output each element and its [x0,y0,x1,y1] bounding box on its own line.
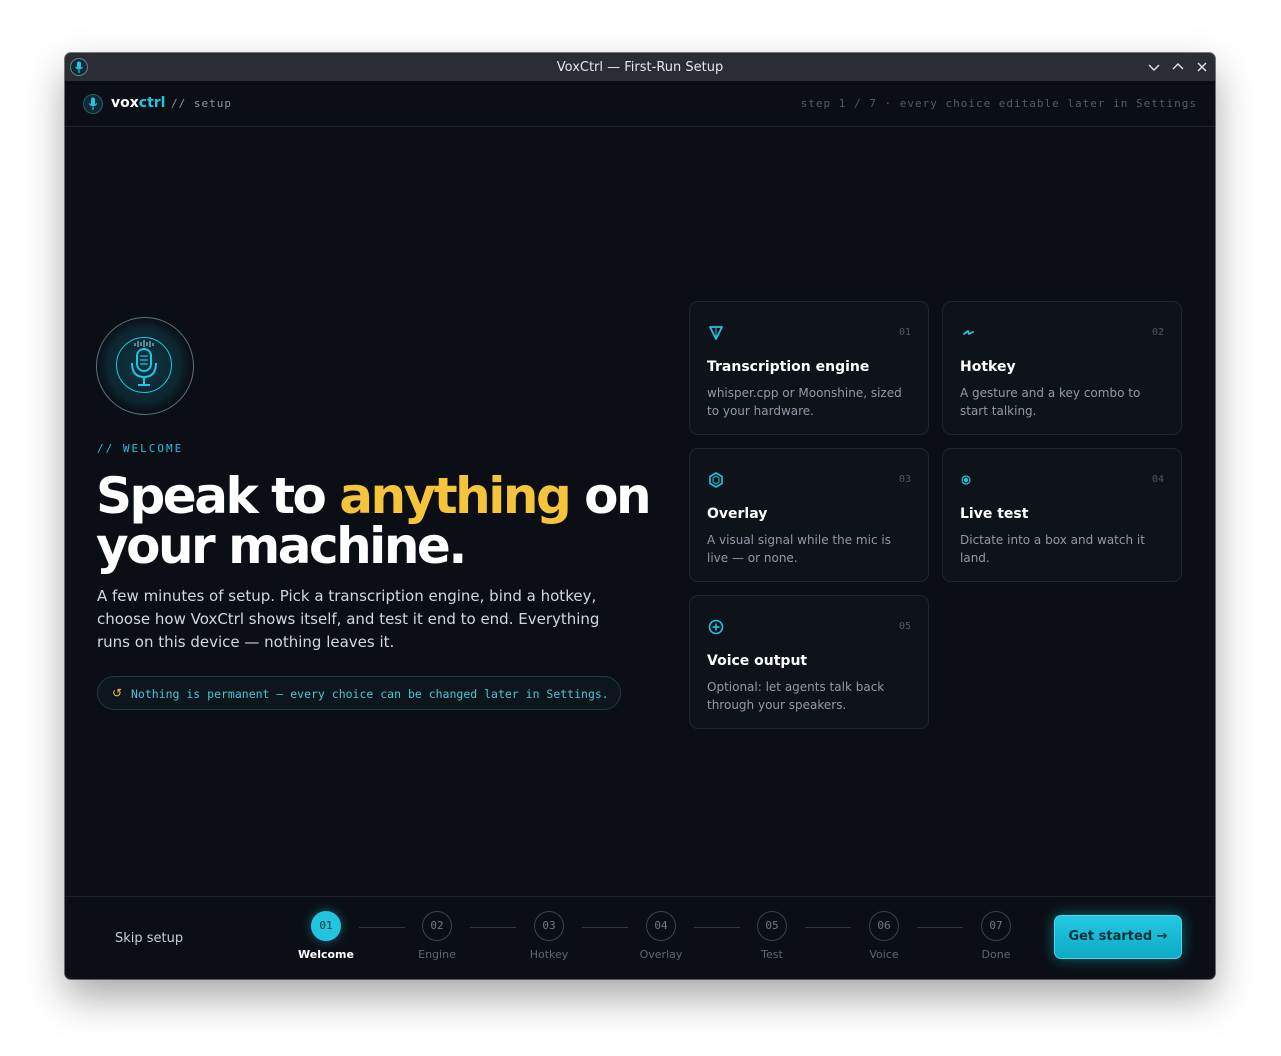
step-welcome[interactable]: 01 Welcome [286,911,366,967]
step-label: Engine [418,948,456,961]
step-test[interactable]: 05 Test [732,911,812,967]
info-note-text: Nothing is permanent — every choice can … [131,687,609,701]
target-dot-icon [960,471,978,489]
feature-card-hotkey: 02 Hotkey A gesture and a key combo to s… [942,301,1182,435]
app-window: VoxCtrl — First-Run Setup voxctrl // set… [65,53,1215,979]
card-description: A visual signal while the mic is live — … [707,533,891,565]
card-title: Hotkey [960,359,1016,375]
step-indicator-text: step 1 / 7 · every choice editable later… [800,97,1197,110]
funnel-icon [707,324,725,342]
step-label: Hotkey [529,948,569,961]
step-label: Test [761,948,783,961]
feature-card-live-test: 04 Live test Dictate into a box and watc… [942,448,1182,582]
chevron-down-icon[interactable] [1146,59,1162,75]
breadcrumb: // setup [171,97,232,110]
section-eyebrow: // WELCOME [97,442,184,455]
plus-circle-icon [707,618,725,636]
step-number: 06 [869,911,899,941]
bolt-icon [960,324,978,342]
card-description: whisper.cpp or Moonshine, sized to your … [707,386,902,418]
card-number: 05 [898,621,911,632]
window-title: VoxCtrl — First-Run Setup [556,60,724,75]
undo-icon: ↺ [112,686,123,700]
step-number: 02 [422,911,452,941]
step-engine[interactable]: 02 Engine [397,911,477,967]
brand-suffix: ctrl [138,95,166,111]
step-number: 01 [311,911,341,941]
title-bar[interactable]: VoxCtrl — First-Run Setup [65,53,1215,81]
chevron-up-icon[interactable] [1170,59,1186,75]
brand-logo: voxctrl [111,95,165,111]
brand-prefix: vox [111,95,139,111]
step-label: Overlay [639,948,683,961]
page-title: Speak to anything on your machine. [96,471,656,571]
step-number: 04 [646,911,676,941]
step-number: 07 [981,911,1011,941]
card-title: Voice output [707,653,808,669]
card-number: 03 [898,474,911,485]
step-number: 05 [757,911,787,941]
feature-card-overlay: 03 Overlay A visual signal while the mic… [689,448,929,582]
card-number: 04 [1151,474,1164,485]
card-title: Transcription engine [707,359,870,375]
close-icon[interactable] [1194,59,1210,75]
step-label: Welcome [298,948,354,961]
feature-card-voice-output: 05 Voice output Optional: let agents tal… [689,595,929,729]
card-number: 02 [1151,327,1164,338]
get-started-button[interactable]: Get started → [1054,915,1182,959]
step-hotkey[interactable]: 03 Hotkey [509,911,589,967]
hero-mic-icon [96,317,194,415]
card-title: Overlay [707,506,768,522]
step-label: Done [981,948,1011,961]
card-description: Dictate into a box and watch it land. [960,533,1145,565]
step-label: Voice [869,948,899,961]
step-voice[interactable]: 06 Voice [844,911,924,967]
intro-paragraph: A few minutes of setup. Pick a transcrip… [97,587,600,651]
card-description: Optional: let agents talk back through y… [707,680,885,712]
brand-mic-icon [83,94,103,114]
step-overlay[interactable]: 04 Overlay [621,911,701,967]
app-header: voxctrl // setup step 1 / 7 · every choi… [65,81,1215,127]
info-note: ↺ Nothing is permanent — every choice ca… [97,676,621,710]
step-done[interactable]: 07 Done [956,911,1036,967]
feature-card-transcription-engine: 01 Transcription engine whisper.cpp or M… [689,301,929,435]
card-number: 01 [898,327,911,338]
card-title: Live test [960,506,1029,522]
skip-setup-button[interactable]: Skip setup [115,931,183,946]
hexagon-icon [707,471,725,489]
step-number: 03 [534,911,564,941]
card-description: A gesture and a key combo to start talki… [960,386,1141,418]
wizard-footer: Skip setup 01 Welcome 02 Engine 03 Hotke… [65,896,1215,979]
